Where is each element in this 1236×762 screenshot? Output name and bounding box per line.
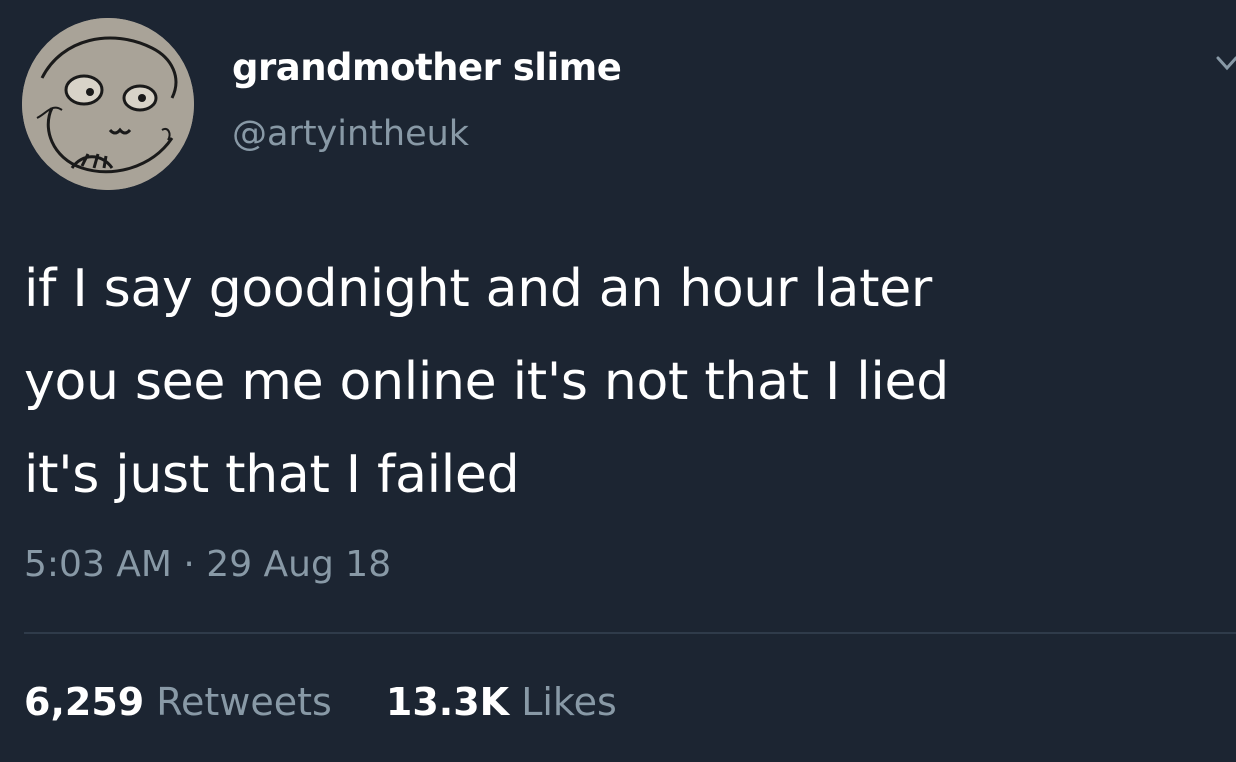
likes-count: 13.3K (385, 680, 510, 724)
likes-label: Likes (521, 680, 617, 724)
tweet-card: grandmother slime @artyintheuk if I say … (0, 0, 1236, 762)
retweets-label: Retweets (156, 680, 332, 724)
likes-stat[interactable]: 13.3K Likes (386, 680, 617, 724)
divider (24, 632, 1236, 634)
author-handle[interactable]: @artyintheuk (232, 114, 469, 154)
tweet-stats: 6,259 Retweets 13.3K Likes (24, 680, 659, 724)
tweet-text: if I say goodnight and an hour later you… (24, 259, 949, 505)
author-display-name[interactable]: grandmother slime (232, 46, 622, 89)
retweets-stat[interactable]: 6,259 Retweets (24, 680, 332, 724)
retweets-count: 6,259 (24, 680, 145, 724)
tweet-timestamp[interactable]: 5:03 AM · 29 Aug 18 (24, 544, 391, 585)
avatar[interactable] (22, 18, 194, 190)
chevron-down-icon[interactable] (1210, 48, 1236, 78)
doodle-face-avatar-icon (22, 18, 194, 190)
